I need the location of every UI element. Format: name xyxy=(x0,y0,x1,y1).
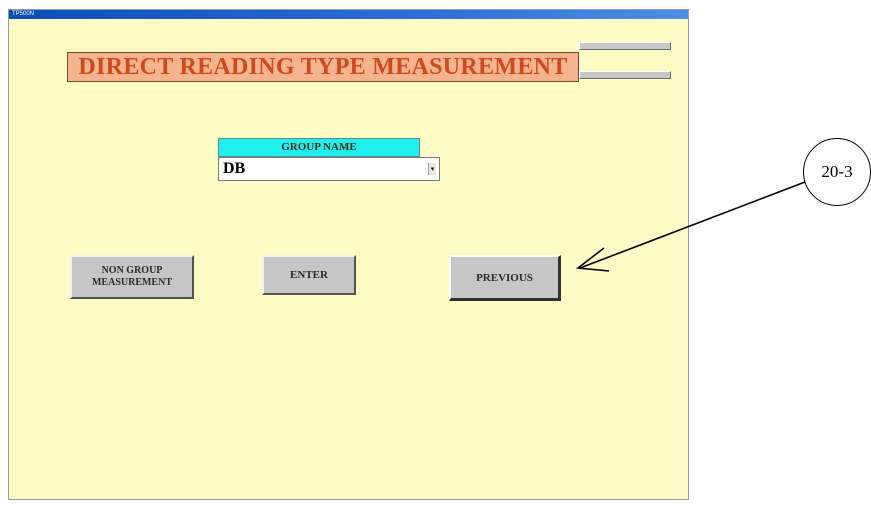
non-group-measurement-button[interactable]: NON GROUP MEASUREMENT xyxy=(70,255,194,299)
non-group-label-line1: NON GROUP xyxy=(101,265,163,276)
status-indicator-bottom xyxy=(579,71,671,79)
chevron-down-icon[interactable]: ▾ xyxy=(428,163,436,175)
group-name-label: GROUP NAME xyxy=(218,138,420,157)
status-indicator-top xyxy=(579,42,671,50)
callout-label: 20-3 xyxy=(821,162,853,181)
callout-badge: 20-3 xyxy=(803,138,871,206)
previous-button[interactable]: PREVIOUS xyxy=(449,255,561,301)
title-bar: TP500N xyxy=(9,10,688,19)
app-window: TP500N DIRECT READING TYPE MEASUREMENT G… xyxy=(8,9,689,500)
window-title: TP500N xyxy=(12,11,35,17)
group-name-value: DB xyxy=(223,160,246,177)
page-title: DIRECT READING TYPE MEASUREMENT xyxy=(67,52,579,82)
group-name-select[interactable]: DB ▾ xyxy=(218,157,440,181)
enter-button[interactable]: ENTER xyxy=(262,255,356,295)
non-group-label-line2: MEASUREMENT xyxy=(91,277,172,288)
